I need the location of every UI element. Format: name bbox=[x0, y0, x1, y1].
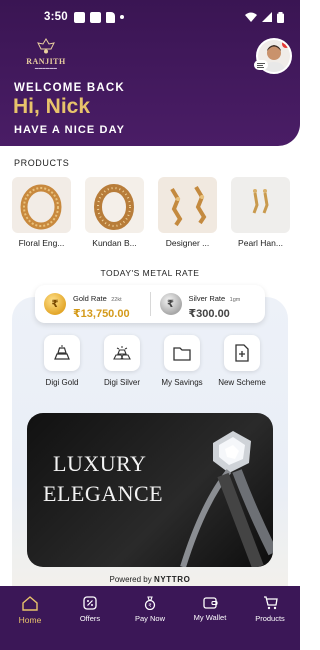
status-system-icons bbox=[245, 11, 284, 23]
banner-line-2: ELEGANCE bbox=[43, 481, 164, 506]
nav-my-wallet[interactable]: My Wallet bbox=[180, 586, 240, 650]
folder-icon[interactable] bbox=[164, 335, 200, 371]
action-label: Digi Gold bbox=[45, 378, 79, 387]
promo-banner[interactable]: LUXURY ELEGANCE bbox=[27, 413, 273, 567]
pay-icon: ₹ bbox=[144, 596, 156, 610]
product-card[interactable]: Kundan B... bbox=[85, 177, 144, 251]
bottom-navigation: Home Offers ₹ Pay Now My Wallet Products bbox=[0, 586, 300, 650]
home-icon bbox=[22, 596, 38, 611]
notification-icon bbox=[73, 11, 85, 23]
nav-label: Offers bbox=[79, 614, 101, 623]
gold-bars-icon[interactable] bbox=[44, 335, 80, 371]
app-header: 3:50 RANJITH ▬▬▬▬▬▬ WELCOME BACK Hi, Nic… bbox=[0, 0, 300, 146]
silver-rate-label: Silver Rate bbox=[188, 294, 226, 303]
silver-coin-icon: ₹ bbox=[159, 293, 182, 315]
nav-offers[interactable]: Offers bbox=[60, 586, 120, 650]
gold-coin-icon: ₹ bbox=[44, 293, 66, 315]
powered-by-text: Powered by bbox=[109, 575, 152, 584]
status-bar: 3:50 bbox=[0, 0, 300, 34]
gold-rate-label: Gold Rate bbox=[73, 294, 107, 303]
silver-rate: ₹ Silver Rate 1gm ₹300.00 bbox=[151, 288, 266, 320]
nav-label: Pay Now bbox=[134, 614, 165, 623]
product-name: Floral Eng... bbox=[18, 238, 65, 248]
svg-text:₹: ₹ bbox=[148, 603, 151, 609]
product-name: Pearl Han... bbox=[238, 238, 283, 248]
silver-rate-unit: 1gm bbox=[229, 297, 241, 303]
battery-icon bbox=[277, 11, 284, 23]
action-label: Digi Silver bbox=[103, 378, 140, 387]
nav-home[interactable]: Home bbox=[0, 586, 60, 650]
nav-label: Products bbox=[255, 614, 285, 623]
product-image bbox=[158, 177, 217, 233]
notification-icon bbox=[89, 11, 101, 23]
silver-bars-icon[interactable] bbox=[104, 335, 140, 371]
product-name: Designer ... bbox=[165, 238, 210, 248]
product-image bbox=[12, 177, 71, 233]
wifi-icon bbox=[245, 12, 257, 22]
status-notification-icons bbox=[73, 11, 124, 23]
brand-name: RANJITH bbox=[26, 57, 66, 66]
products-heading: PRODUCTS bbox=[14, 158, 70, 168]
quick-actions: Digi Gold Digi Silver My Savings New Sch… bbox=[33, 335, 271, 387]
greeting: Hi, Nick bbox=[13, 95, 91, 118]
products-carousel[interactable]: Floral Eng... Kundan B... Designer ... P… bbox=[12, 177, 312, 251]
powered-by-brand: NYTTRO bbox=[153, 575, 191, 584]
action-digi-silver[interactable]: Digi Silver bbox=[93, 335, 151, 387]
powered-by: Powered by NYTTRO bbox=[0, 575, 300, 584]
signal-icon bbox=[262, 12, 272, 22]
action-label: New Scheme bbox=[218, 378, 266, 387]
welcome-text: WELCOME BACK bbox=[14, 82, 125, 94]
nav-label: My Wallet bbox=[193, 613, 227, 622]
action-label: My Savings bbox=[161, 378, 203, 387]
brand-logo: RANJITH ▬▬▬▬▬▬ bbox=[20, 38, 72, 72]
banner-line-1: LUXURY bbox=[53, 451, 147, 476]
wallet-icon bbox=[202, 597, 218, 609]
new-document-icon[interactable] bbox=[224, 335, 260, 371]
product-name: Kundan B... bbox=[92, 238, 137, 248]
cart-icon bbox=[263, 596, 278, 610]
sim-card-icon bbox=[105, 11, 115, 23]
gold-rate-unit: 22kt bbox=[111, 297, 122, 303]
nav-label: Home bbox=[18, 615, 42, 625]
nav-products[interactable]: Products bbox=[240, 586, 300, 650]
gold-rate: ₹ Gold Rate 22kt ₹13,750.00 bbox=[35, 288, 150, 320]
brand-tagline: ▬▬▬▬▬▬ bbox=[34, 66, 58, 70]
action-new-scheme[interactable]: New Scheme bbox=[213, 335, 271, 387]
diamond-ring-image bbox=[180, 431, 273, 567]
metal-rate-heading: TODAY'S METAL RATE bbox=[100, 268, 200, 278]
metal-rate-card: ₹ Gold Rate 22kt ₹13,750.00 ₹ Silver Rat… bbox=[35, 285, 265, 323]
product-card[interactable]: Designer ... bbox=[158, 177, 217, 251]
more-notifications-icon bbox=[119, 15, 124, 19]
status-time: 3:50 bbox=[44, 11, 68, 23]
product-card[interactable]: Pearl Han... bbox=[231, 177, 290, 251]
notification-badge bbox=[282, 40, 290, 48]
product-image bbox=[231, 177, 290, 233]
chat-icon[interactable] bbox=[254, 60, 268, 70]
greeting-subtitle: HAVE A NICE DAY bbox=[14, 124, 126, 136]
offers-icon bbox=[83, 596, 97, 610]
nav-pay-now[interactable]: ₹ Pay Now bbox=[120, 586, 180, 650]
action-digi-gold[interactable]: Digi Gold bbox=[33, 335, 91, 387]
gold-rate-value: ₹13,750.00 bbox=[73, 308, 130, 320]
product-card[interactable]: Floral Eng... bbox=[12, 177, 71, 251]
crest-icon bbox=[37, 38, 55, 54]
product-image bbox=[85, 177, 144, 233]
action-my-savings[interactable]: My Savings bbox=[153, 335, 211, 387]
silver-rate-value: ₹300.00 bbox=[188, 308, 230, 320]
